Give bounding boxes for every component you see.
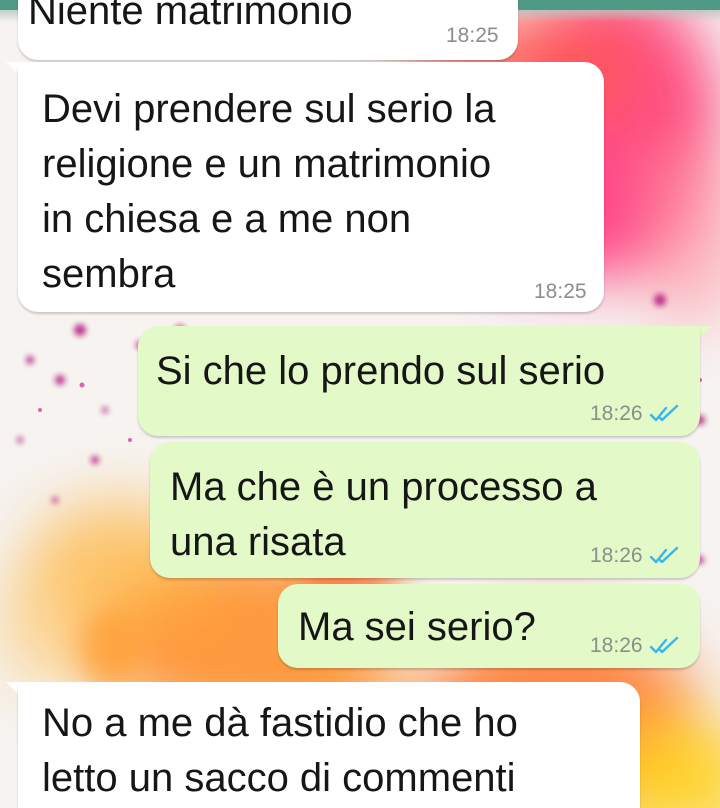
read-double-check-icon [649, 404, 678, 422]
message-meta: 18:26 [590, 634, 681, 658]
message-meta: 18:25 [534, 280, 587, 304]
message-text: No a me dà fastidio che ho letto un sacc… [42, 701, 518, 800]
message-text: Ma sei serio? [298, 605, 536, 649]
read-double-check-icon [649, 546, 678, 564]
chat-screen: Niente matrimonio 18:25 Devi prendere su… [0, 0, 720, 808]
message-bubble-incoming[interactable]: Devi prendere sul serio la religione e u… [18, 62, 604, 312]
message-text: Ma che è un processo a una risata [170, 465, 597, 564]
message-meta: 18:25 [446, 24, 499, 48]
message-time: 18:26 [590, 544, 643, 567]
message-bubble-outgoing[interactable]: Ma che è un processo a una risata 18:26 [150, 442, 700, 578]
message-time: 18:26 [590, 634, 643, 657]
message-bubble-incoming[interactable]: Niente matrimonio 18:25 [18, 0, 518, 60]
message-text: Si che lo prendo sul serio [156, 349, 606, 393]
read-double-check-icon [649, 636, 678, 654]
message-text: Niente matrimonio [28, 0, 353, 33]
message-meta: 18:26 [590, 544, 681, 568]
message-time: 18:26 [590, 402, 643, 425]
message-bubble-outgoing[interactable]: Ma sei serio? 18:26 [278, 584, 700, 668]
message-time: 18:25 [446, 24, 499, 47]
message-time: 18:25 [534, 280, 587, 303]
message-meta: 18:26 [590, 402, 681, 426]
message-bubble-outgoing[interactable]: Si che lo prendo sul serio 18:26 [138, 326, 700, 436]
message-text: Devi prendere sul serio la religione e u… [42, 87, 496, 296]
message-bubble-incoming[interactable]: No a me dà fastidio che ho letto un sacc… [18, 682, 640, 808]
